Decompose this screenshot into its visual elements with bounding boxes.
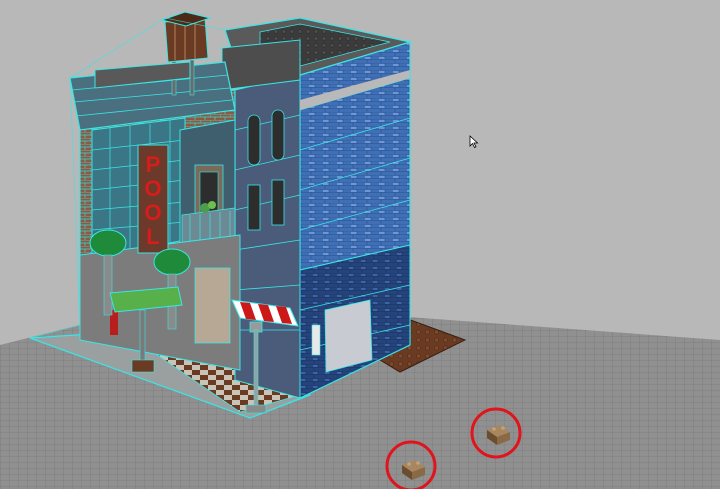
- pool-sign[interactable]: P O O L: [137, 144, 169, 254]
- tower-side-window-2[interactable]: [271, 179, 285, 226]
- arrow-cursor-icon: [469, 135, 479, 149]
- shop-window[interactable]: [194, 267, 231, 344]
- 3d-viewport[interactable]: P O O L: [0, 0, 720, 489]
- viewport-canvas[interactable]: P O O L: [0, 0, 720, 489]
- sign-letter: P: [146, 152, 161, 177]
- blue-tower[interactable]: [234, 41, 411, 399]
- sign-letter: L: [146, 224, 159, 249]
- tower-side-window-1[interactable]: [247, 184, 261, 231]
- arch-window-1[interactable]: [247, 114, 261, 166]
- tower-window[interactable]: [311, 324, 321, 356]
- sign-letter: O: [144, 176, 161, 201]
- tower-door[interactable]: [324, 299, 373, 373]
- sign-letter: O: [144, 200, 161, 225]
- arch-window-2[interactable]: [271, 109, 285, 161]
